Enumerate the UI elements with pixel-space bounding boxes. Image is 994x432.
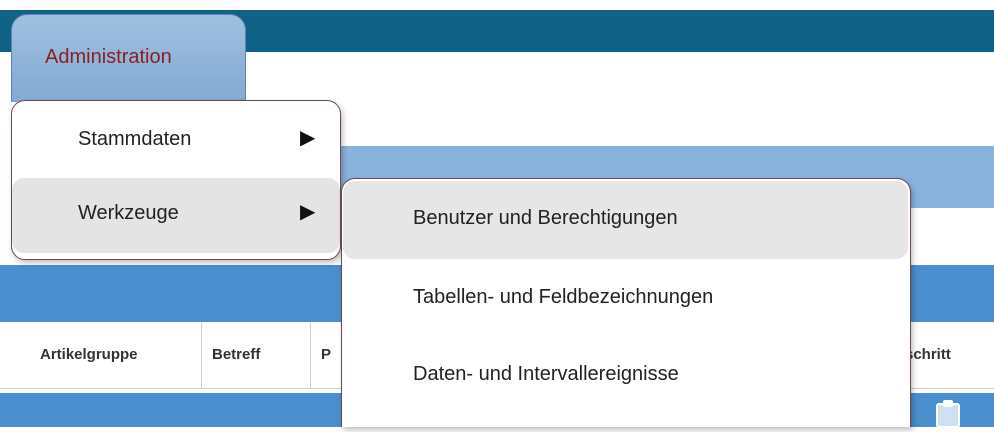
tab-administration-label: Administration [45, 46, 172, 68]
menu-item-label: Stammdaten [78, 128, 192, 150]
submenu-item-benutzer-und-berechtigungen[interactable]: Benutzer und Berechtigungen [343, 181, 908, 259]
submenu-item-daten-und-intervallereignisse[interactable]: Daten- und Intervallereignisse [343, 337, 908, 415]
clipboard-icon[interactable] [933, 398, 963, 428]
submenu-item-label: Tabellen- und Feldbezeichnungen [413, 286, 714, 308]
submenu-item-label: Daten- und Intervallereignisse [413, 363, 679, 385]
column-header-artikelgruppe[interactable]: Artikelgruppe [30, 322, 202, 388]
menu-item-werkzeuge[interactable]: Werkzeuge ▶ [12, 178, 340, 253]
triangle-right-icon: ▶ [300, 201, 316, 223]
submenu-item-label: Benutzer und Berechtigungen [413, 207, 678, 229]
column-header-betreff[interactable]: Betreff [202, 322, 311, 388]
menu-item-label: Werkzeuge [78, 202, 179, 224]
column-header-fortschritt[interactable]: tschritt [900, 322, 994, 388]
menu-item-stammdaten[interactable]: Stammdaten ▶ [12, 104, 340, 179]
triangle-right-icon: ▶ [300, 127, 316, 149]
submenu-item-tabellen-und-feldbezeichnungen[interactable]: Tabellen- und Feldbezeichnungen [343, 260, 908, 338]
